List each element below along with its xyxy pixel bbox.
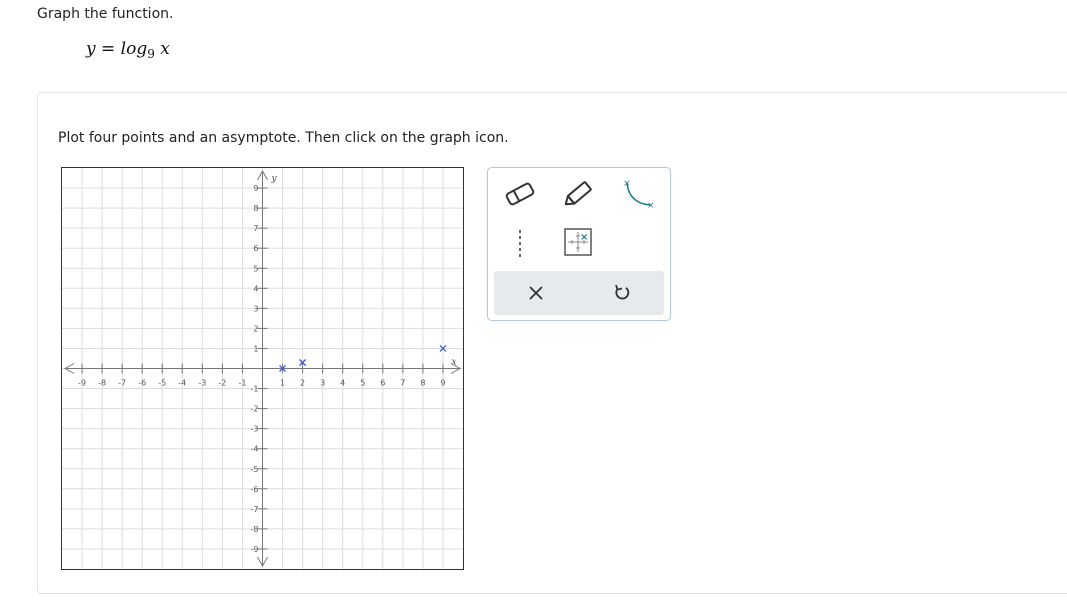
x-tick-label: 3 xyxy=(320,379,325,388)
x-tick-label: 9 xyxy=(440,379,445,388)
x-tick-label: 2 xyxy=(300,379,305,388)
curve-tool[interactable]: × × xyxy=(616,176,656,212)
svg-text:×: × xyxy=(580,232,588,243)
coordinate-plane[interactable]: -9 -8 -7 -6 -5 -4 -3 -2 -1 1 2 3 4 5 6 7 8 9 9 8 7 6 5 4 3 2 1 -1 -2… xyxy=(62,168,463,569)
asymptote-tool-icon xyxy=(519,230,521,258)
asymptote-tool[interactable] xyxy=(500,226,540,262)
graph-toolbar: × × × xyxy=(487,167,671,321)
x-tick-label: -3 xyxy=(198,379,206,388)
pencil-tool[interactable] xyxy=(558,176,598,212)
x-tick-label: -1 xyxy=(238,379,246,388)
graph-check-icon: × xyxy=(564,228,592,256)
equation-base: 9 xyxy=(147,47,155,61)
y-tick-label: 4 xyxy=(253,284,258,293)
toolbar-action-bar xyxy=(494,271,664,315)
question-prompt: Graph the function. xyxy=(37,6,174,22)
x-tick-label: -8 xyxy=(98,379,106,388)
x-tick-label: -5 xyxy=(158,379,166,388)
clear-button[interactable] xyxy=(516,273,556,313)
eraser-tool[interactable] xyxy=(500,176,540,212)
x-tick-label: 7 xyxy=(400,379,405,388)
y-tick-label: -4 xyxy=(251,445,259,454)
y-axis-label: y xyxy=(271,174,278,184)
y-tick-label: -3 xyxy=(251,425,259,434)
x-tick-label: 6 xyxy=(380,379,385,388)
y-tick-label: 9 xyxy=(253,184,258,193)
function-equation: y = log9 x xyxy=(86,39,170,61)
curve-tool-icon: × × xyxy=(623,179,655,211)
y-tick-label: 6 xyxy=(253,244,258,253)
x-tick-label: -2 xyxy=(218,379,226,388)
y-tick-label: 3 xyxy=(253,304,258,313)
y-tick-label: -2 xyxy=(251,405,259,414)
svg-text:×: × xyxy=(647,201,655,211)
y-tick-label: 2 xyxy=(253,324,258,333)
y-tick-label: -9 xyxy=(251,545,259,554)
pencil-tool-icon xyxy=(564,181,592,206)
x-tick-label: -6 xyxy=(138,379,146,388)
x-tick-label: 8 xyxy=(420,379,425,388)
y-tick-label: 7 xyxy=(253,224,258,233)
undo-icon xyxy=(615,284,630,300)
x-tick-label: 1 xyxy=(280,379,285,388)
undo-button[interactable] xyxy=(602,273,642,313)
y-tick-label: -6 xyxy=(251,485,259,494)
y-tick-label: 5 xyxy=(253,264,258,273)
x-axis-label: x xyxy=(451,358,456,368)
y-tick-label: 8 xyxy=(253,204,258,213)
instructions-text: Plot four points and an asymptote. Then … xyxy=(58,130,509,146)
eraser-tool-icon xyxy=(505,182,535,206)
y-tick-label: 1 xyxy=(253,344,258,353)
equation-lhs: y = log xyxy=(86,39,148,59)
x-tick-label: -7 xyxy=(118,379,126,388)
y-tick-label: -1 xyxy=(251,385,259,394)
y-tick-label: -7 xyxy=(251,505,259,514)
y-tick-label: -5 xyxy=(251,465,259,474)
y-tick-label: -8 xyxy=(251,525,259,534)
svg-text:×: × xyxy=(623,179,631,189)
graph-area[interactable]: -9 -8 -7 -6 -5 -4 -3 -2 -1 1 2 3 4 5 6 7 8 9 9 8 7 6 5 4 3 2 1 -1 -2… xyxy=(61,167,464,570)
clear-icon xyxy=(529,286,543,300)
x-tick-label: 4 xyxy=(340,379,345,388)
x-tick-label: -4 xyxy=(178,379,186,388)
equation-arg: x xyxy=(160,39,170,59)
x-tick-label: 5 xyxy=(360,379,365,388)
x-tick-label: -9 xyxy=(78,379,86,388)
graph-check-tool[interactable]: × xyxy=(558,224,598,260)
